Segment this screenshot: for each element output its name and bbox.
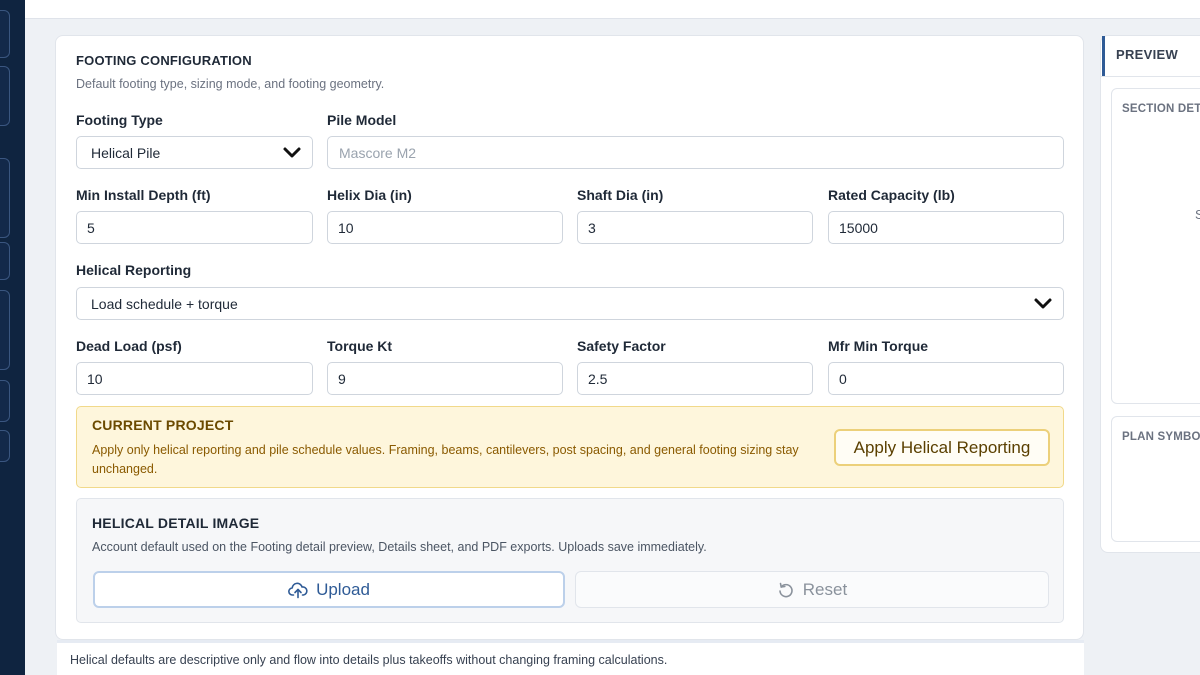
shaft-dia-value: 3	[588, 219, 596, 236]
footing-type-value: Helical Pile	[91, 144, 161, 161]
footing-type-label: Footing Type	[76, 112, 163, 128]
pile-model-input[interactable]: Mascore M2	[327, 136, 1064, 169]
rated-capacity-label: Rated Capacity (lb)	[828, 187, 955, 203]
rail-tab[interactable]	[0, 158, 10, 238]
min-install-depth-value: 5	[87, 219, 95, 236]
current-project-text: Apply only helical reporting and pile sc…	[92, 443, 799, 476]
safety-factor-input[interactable]: 2.5	[577, 362, 813, 395]
helical-reporting-select[interactable]: Load schedule + torque	[76, 287, 1064, 320]
helical-detail-title: HELICAL DETAIL IMAGE	[92, 515, 260, 531]
torque-kt-value: 9	[338, 370, 346, 387]
preview-tab-label: PREVIEW	[1116, 47, 1179, 62]
helix-dia-label: Helix Dia (in)	[327, 187, 412, 203]
cloud-upload-icon	[288, 582, 308, 598]
shaft-dia-input[interactable]: 3	[577, 211, 813, 244]
section-detail-title: SECTION DET	[1122, 103, 1200, 115]
rail-tab[interactable]	[0, 66, 10, 126]
dead-load-input[interactable]: 10	[76, 362, 313, 395]
top-bar	[25, 0, 1200, 19]
helix-dia-value: 10	[338, 219, 354, 236]
dead-load-value: 10	[87, 370, 103, 387]
helical-reporting-value: Load schedule + torque	[91, 295, 238, 312]
rated-capacity-value: 15000	[839, 219, 878, 236]
safety-factor-value: 2.5	[588, 370, 608, 387]
safety-factor-label: Safety Factor	[577, 338, 666, 354]
mfr-min-torque-label: Mfr Min Torque	[828, 338, 929, 354]
preview-panel: PREVIEW SECTION DET S PLAN SYMBO	[1100, 35, 1200, 553]
section-subtitle: Default footing type, sizing mode, and f…	[76, 77, 385, 91]
rail-tab[interactable]	[0, 242, 10, 280]
reset-label: Reset	[802, 579, 848, 599]
current-project-alert: CURRENT PROJECT Apply only helical repor…	[76, 406, 1064, 488]
rail-tab[interactable]	[0, 10, 10, 58]
torque-kt-input[interactable]: 9	[327, 362, 563, 395]
reset-button[interactable]: Reset	[575, 571, 1049, 608]
torque-kt-label: Torque Kt	[327, 338, 393, 354]
dead-load-label: Dead Load (psf)	[76, 338, 182, 354]
preview-divider	[1101, 76, 1200, 77]
left-rail	[0, 0, 25, 675]
min-install-depth-label: Min Install Depth (ft)	[76, 187, 211, 203]
min-install-depth-input[interactable]: 5	[76, 211, 313, 244]
plan-symbol-box: PLAN SYMBO	[1111, 416, 1200, 542]
footing-configuration-card: FOOTING CONFIGURATION Default footing ty…	[55, 35, 1084, 640]
mfr-min-torque-input[interactable]: 0	[828, 362, 1064, 395]
upload-label: Upload	[316, 579, 370, 599]
upload-button[interactable]: Upload	[93, 571, 565, 608]
reset-icon	[778, 582, 793, 597]
helical-detail-image-panel: HELICAL DETAIL IMAGE Account default use…	[76, 498, 1064, 623]
footing-type-select[interactable]: Helical Pile	[76, 136, 313, 169]
rail-tab[interactable]	[0, 380, 10, 422]
mfr-min-torque-value: 0	[839, 370, 847, 387]
section-detail-box: SECTION DET S	[1111, 88, 1200, 404]
chevron-down-icon	[283, 147, 301, 158]
current-project-title: CURRENT PROJECT	[92, 417, 234, 433]
preview-tab[interactable]: PREVIEW	[1102, 36, 1200, 76]
helical-detail-subtitle: Account default used on the Footing deta…	[92, 540, 707, 554]
helical-reporting-label: Helical Reporting	[76, 262, 192, 278]
apply-helical-reporting-button[interactable]: Apply Helical Reporting	[834, 429, 1050, 466]
pile-model-placeholder: Mascore M2	[339, 144, 417, 161]
chevron-down-icon	[1034, 298, 1052, 309]
footer-note: Helical defaults are descriptive only an…	[70, 653, 668, 667]
section-title: FOOTING CONFIGURATION	[76, 53, 252, 68]
section-detail-text: S	[1195, 207, 1200, 222]
footer-note-bar: Helical defaults are descriptive only an…	[57, 640, 1084, 675]
shaft-dia-label: Shaft Dia (in)	[577, 187, 664, 203]
pile-model-label: Pile Model	[327, 112, 397, 128]
plan-symbol-title: PLAN SYMBO	[1122, 431, 1200, 443]
rail-tab[interactable]	[0, 290, 10, 370]
rail-tab[interactable]	[0, 430, 10, 462]
rated-capacity-input[interactable]: 15000	[828, 211, 1064, 244]
helix-dia-input[interactable]: 10	[327, 211, 563, 244]
